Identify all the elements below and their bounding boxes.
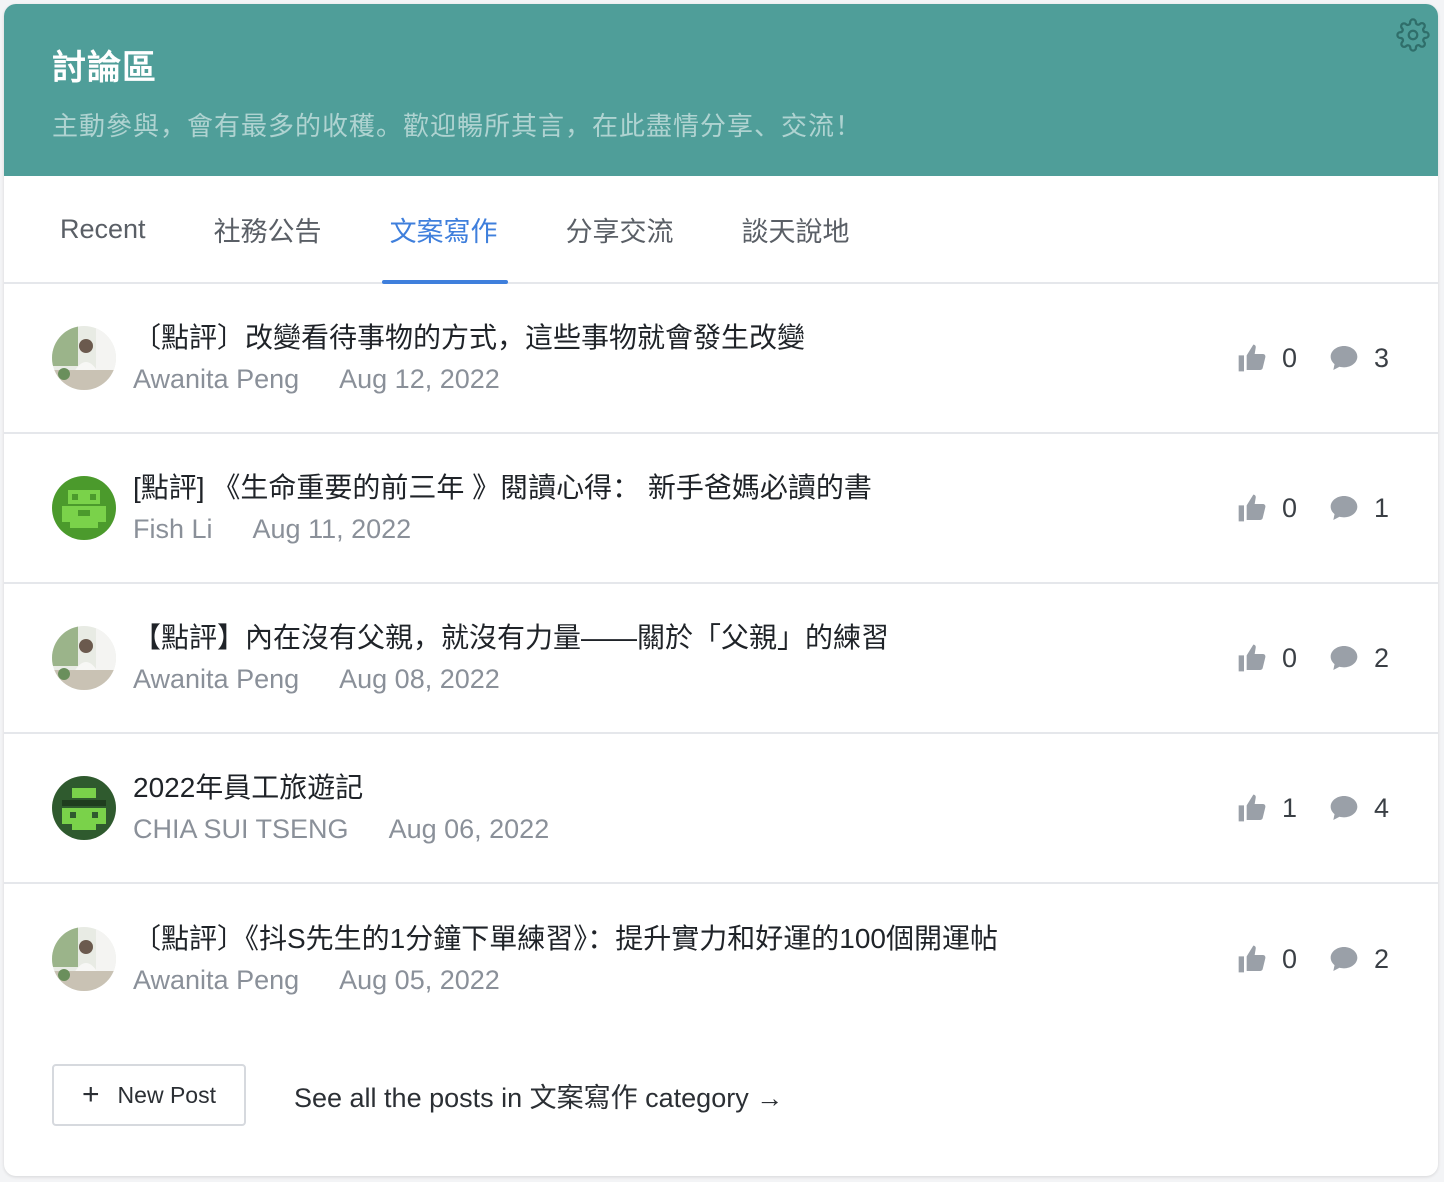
comment-icon xyxy=(1330,947,1358,971)
new-post-button[interactable]: + New Post xyxy=(52,1064,246,1126)
tab-recent[interactable]: Recent xyxy=(24,176,178,282)
comment-stat[interactable]: 3 xyxy=(1328,342,1390,374)
post-row[interactable]: [點評] 《生命重要的前三年 》閱讀心得： 新手爸媽必讀的書 Fish Li A… xyxy=(4,434,1438,584)
like-count: 0 xyxy=(1282,943,1298,974)
comment-stat[interactable]: 4 xyxy=(1328,792,1390,824)
post-author[interactable]: Awanita Peng xyxy=(133,962,299,998)
comment-count: 3 xyxy=(1374,342,1390,373)
post-row[interactable]: 【點評】內在沒有父親，就沒有力量——關於「父親」的練習 Awanita Peng… xyxy=(4,584,1438,734)
comment-stat[interactable]: 2 xyxy=(1328,642,1390,674)
post-date: Aug 06, 2022 xyxy=(388,814,550,844)
avatar[interactable] xyxy=(52,476,116,540)
like-count: 0 xyxy=(1282,642,1298,673)
comment-stat[interactable]: 2 xyxy=(1328,943,1390,975)
post-author[interactable]: Awanita Peng xyxy=(133,661,299,697)
avatar[interactable] xyxy=(52,626,116,690)
like-count: 0 xyxy=(1282,492,1298,523)
thumbs-up-icon xyxy=(1238,794,1266,822)
post-title[interactable]: 〔點評〕改變看待事物的方式，這些事物就會發生改變 xyxy=(133,319,805,357)
post-row[interactable]: 〔點評〕改變看待事物的方式，這些事物就會發生改變 Awanita Peng Au… xyxy=(4,284,1438,434)
post-row[interactable]: 〔點評〕《抖S先生的1分鐘下單練習》：提升實力和好運的100個開運帖 Awani… xyxy=(4,884,1438,1034)
tab-label: 文案寫作 xyxy=(389,216,498,247)
like-stat[interactable]: 0 xyxy=(1236,943,1298,975)
tab-label: Recent xyxy=(60,213,146,244)
new-post-label: New Post xyxy=(117,1081,216,1108)
tab-copywriting[interactable]: 文案寫作 xyxy=(354,176,530,284)
comment-icon xyxy=(1330,496,1358,520)
post-author[interactable]: Fish Li xyxy=(133,511,213,547)
post-title[interactable]: 【點評】內在沒有父親，就沒有力量——關於「父親」的練習 xyxy=(133,619,889,657)
forum-subtitle: 主動參與，會有最多的收穫。歡迎暢所其言，在此盡情分享、交流！ xyxy=(52,111,863,141)
comment-icon xyxy=(1330,796,1358,820)
like-stat[interactable]: 0 xyxy=(1236,492,1298,524)
post-author[interactable]: CHIA SUI TSENG xyxy=(133,811,349,847)
tab-announcements[interactable]: 社務公告 xyxy=(178,176,354,282)
post-row[interactable]: 2022年員工旅遊記 CHIA SUI TSENG Aug 06, 2022 1… xyxy=(4,734,1438,884)
comment-icon xyxy=(1330,646,1358,670)
comment-count: 4 xyxy=(1374,792,1390,823)
forum-footer: + New Post See all the posts in 文案寫作 cat… xyxy=(52,1064,783,1126)
tab-label: 分享交流 xyxy=(565,216,674,247)
comment-icon xyxy=(1330,346,1358,370)
post-author[interactable]: Awanita Peng xyxy=(133,361,299,397)
post-title[interactable]: 〔點評〕《抖S先生的1分鐘下單練習》：提升實力和好運的100個開運帖 xyxy=(133,920,998,958)
tab-label: 社務公告 xyxy=(213,216,322,247)
category-tabs: Recent 社務公告 文案寫作 分享交流 談天說地 xyxy=(4,176,1438,284)
comment-count: 2 xyxy=(1374,642,1390,673)
avatar[interactable] xyxy=(52,927,116,991)
like-stat[interactable]: 0 xyxy=(1236,642,1298,674)
tab-chitchat[interactable]: 談天說地 xyxy=(706,176,882,282)
tab-label: 談天說地 xyxy=(741,216,850,247)
tab-sharing[interactable]: 分享交流 xyxy=(530,176,706,282)
post-title[interactable]: 2022年員工旅遊記 xyxy=(133,769,549,807)
gear-icon[interactable] xyxy=(1396,18,1430,52)
post-date: Aug 12, 2022 xyxy=(339,364,500,394)
thumbs-up-icon xyxy=(1238,644,1266,672)
comment-count: 2 xyxy=(1374,943,1390,974)
see-all-link[interactable]: See all the posts in 文案寫作 category → xyxy=(294,1076,783,1115)
thumbs-up-icon xyxy=(1238,945,1266,973)
like-stat[interactable]: 1 xyxy=(1236,792,1298,824)
comment-count: 1 xyxy=(1374,492,1390,523)
avatar[interactable] xyxy=(52,776,116,840)
post-title[interactable]: [點評] 《生命重要的前三年 》閱讀心得： 新手爸媽必讀的書 xyxy=(133,469,872,507)
avatar[interactable] xyxy=(52,326,116,390)
like-count: 1 xyxy=(1282,792,1298,823)
post-date: Aug 11, 2022 xyxy=(252,514,412,544)
post-date: Aug 05, 2022 xyxy=(339,965,500,995)
plus-icon: + xyxy=(82,1078,100,1111)
like-count: 0 xyxy=(1282,342,1298,373)
forum-title: 討論區 xyxy=(52,49,157,87)
forum-widget: 討論區 主動參與，會有最多的收穫。歡迎暢所其言，在此盡情分享、交流！ Recen… xyxy=(4,4,1438,1176)
forum-header: 討論區 主動參與，會有最多的收穫。歡迎暢所其言，在此盡情分享、交流！ xyxy=(4,4,1438,176)
thumbs-up-icon xyxy=(1238,344,1266,372)
thumbs-up-icon xyxy=(1238,494,1266,522)
like-stat[interactable]: 0 xyxy=(1236,342,1298,374)
comment-stat[interactable]: 1 xyxy=(1328,492,1390,524)
post-date: Aug 08, 2022 xyxy=(339,664,500,694)
